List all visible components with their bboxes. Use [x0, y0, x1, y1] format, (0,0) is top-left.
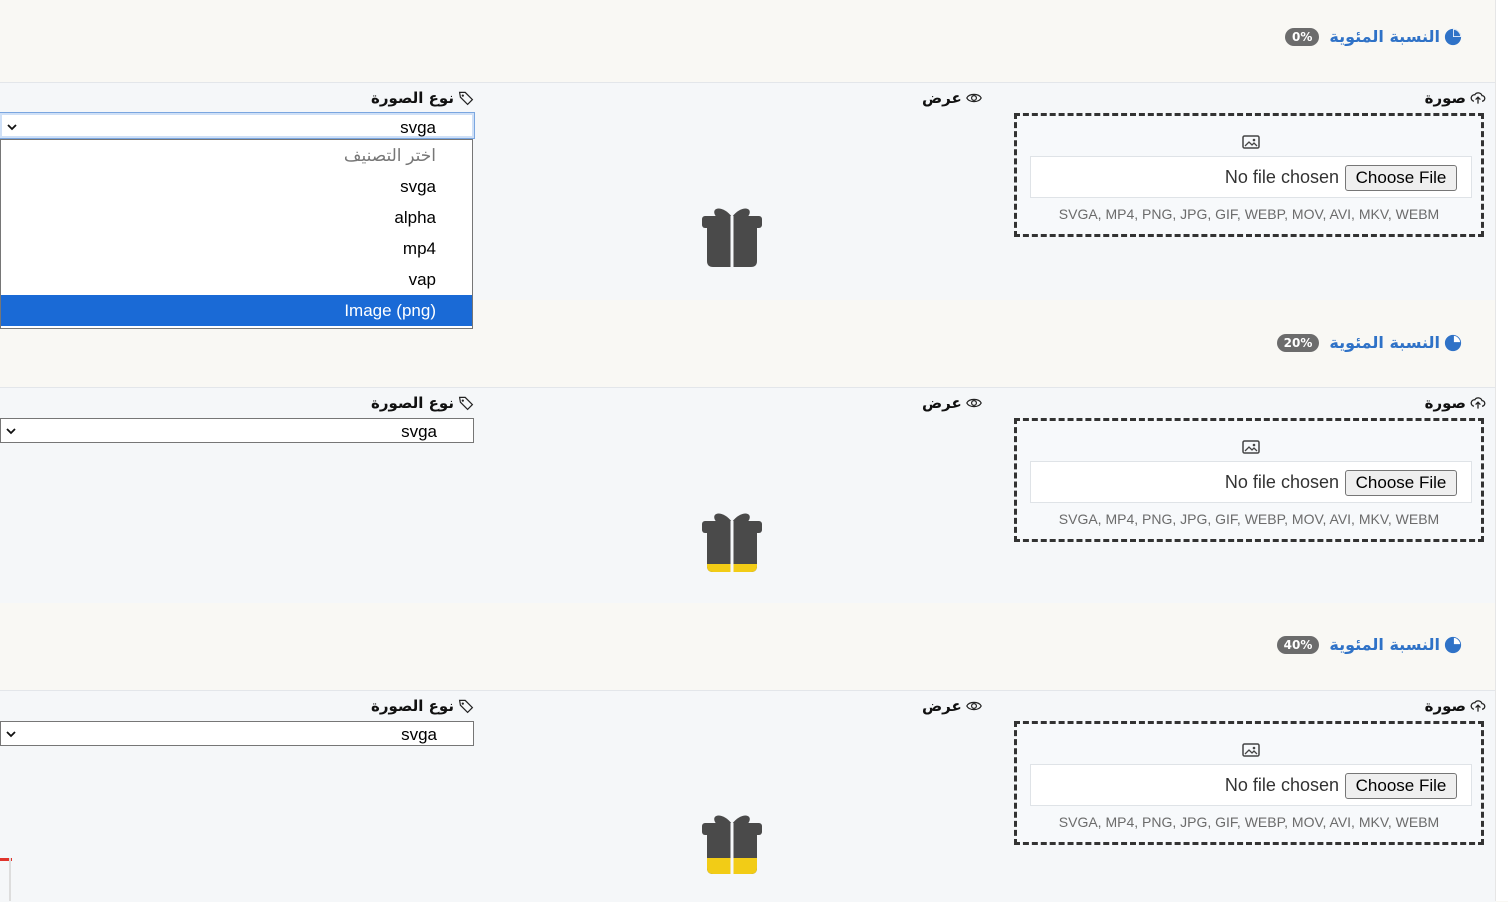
page-scrollbar[interactable] — [1495, 0, 1508, 901]
allowed-formats: SVGA, MP4, PNG, JPG, GIF, WEBP, MOV, AVI… — [1058, 511, 1440, 527]
image-type-select[interactable]: svga — [0, 112, 475, 139]
file-input[interactable]: Choose File No file chosen — [1030, 461, 1472, 503]
image-label: صورة — [1425, 394, 1486, 412]
eye-icon — [965, 701, 982, 711]
dropdown-option[interactable]: اختر التصنيف — [1, 140, 472, 171]
section-title-0: النسبة المئوية 0% — [1285, 27, 1462, 46]
choose-file-button[interactable]: Choose File — [1345, 470, 1457, 496]
chevron-down-icon — [6, 731, 16, 738]
percent-badge: 0% — [1285, 27, 1320, 46]
cloud-upload-icon — [1470, 700, 1486, 712]
gift-ribbon — [730, 823, 734, 875]
section-title-2: النسبة المئوية 40% — [1276, 635, 1462, 654]
percent-badge: 40% — [1276, 635, 1320, 654]
gift-ribbon — [730, 521, 734, 573]
section-title-text: النسبة المئوية — [1329, 333, 1440, 352]
section-panel-2: صورة عرض نوع الصورة Choose File No file … — [0, 690, 1496, 902]
choose-file-button[interactable]: Choose File — [1345, 773, 1457, 799]
section-title-1: النسبة المئوية 20% — [1276, 333, 1462, 352]
no-file-text: No file chosen — [1224, 167, 1339, 187]
section-header-0: النسبة المئوية 0% — [0, 0, 1496, 82]
image-type-select[interactable]: svga — [0, 721, 474, 746]
eye-icon — [965, 93, 982, 103]
section-title-text: النسبة المئوية — [1329, 27, 1440, 46]
section-panel-1: صورة عرض نوع الصورة Choose File No file … — [0, 387, 1496, 604]
file-dropzone[interactable]: Choose File No file chosen SVGA, MP4, PN… — [1014, 721, 1484, 845]
image-icon — [1242, 743, 1260, 757]
file-dropzone[interactable]: Choose File No file chosen SVGA, MP4, PN… — [1014, 113, 1484, 237]
image-label: صورة — [1425, 89, 1486, 107]
file-dropzone[interactable]: Choose File No file chosen SVGA, MP4, PN… — [1014, 418, 1484, 542]
dropdown-option[interactable]: mp4 — [1, 233, 472, 264]
dropdown-option[interactable]: alpha — [1, 202, 472, 233]
choose-file-button[interactable]: Choose File — [1345, 165, 1457, 191]
no-file-text: No file chosen — [1224, 472, 1339, 492]
tag-icon — [458, 396, 474, 411]
dropdown-option-highlighted[interactable]: Image (png) — [1, 295, 472, 326]
section-title-text: النسبة المئوية — [1329, 635, 1440, 654]
image-type-dropdown[interactable]: اختر التصنيف svga alpha mp4 vap Image (p… — [0, 139, 473, 329]
preview-label: عرض — [922, 89, 982, 107]
chevron-down-icon — [6, 428, 16, 435]
gift-icon — [702, 513, 762, 573]
chevron-down-icon — [7, 124, 17, 131]
gift-icon — [702, 208, 762, 268]
allowed-formats: SVGA, MP4, PNG, JPG, GIF, WEBP, MOV, AVI… — [1058, 814, 1440, 830]
cloud-upload-icon — [1470, 92, 1486, 104]
corner-element — [0, 858, 12, 901]
dropdown-option[interactable]: svga — [1, 171, 472, 202]
chart-pie-icon — [1444, 334, 1462, 351]
eye-icon — [965, 398, 982, 408]
type-label: نوع الصورة — [371, 394, 474, 412]
section-header-2: النسبة المئوية 40% — [0, 603, 1496, 690]
image-label: صورة — [1425, 697, 1486, 715]
image-icon — [1242, 135, 1260, 149]
tag-icon — [458, 699, 474, 714]
file-input[interactable]: Choose File No file chosen — [1030, 156, 1472, 198]
no-file-text: No file chosen — [1224, 775, 1339, 795]
tag-icon — [458, 91, 474, 106]
type-label: نوع الصورة — [371, 697, 474, 715]
gift-icon — [702, 815, 762, 875]
dropdown-option[interactable]: vap — [1, 264, 472, 295]
preview-label: عرض — [922, 697, 982, 715]
file-input[interactable]: Choose File No file chosen — [1030, 764, 1472, 806]
type-label: نوع الصورة — [371, 89, 474, 107]
cloud-upload-icon — [1470, 397, 1486, 409]
allowed-formats: SVGA, MP4, PNG, JPG, GIF, WEBP, MOV, AVI… — [1058, 206, 1440, 222]
chart-pie-icon — [1444, 636, 1462, 653]
preview-label: عرض — [922, 394, 982, 412]
percent-badge: 20% — [1276, 333, 1320, 352]
gift-ribbon — [730, 216, 734, 268]
image-icon — [1242, 440, 1260, 454]
image-type-select[interactable]: svga — [0, 418, 474, 443]
chart-pie-icon — [1444, 28, 1462, 45]
